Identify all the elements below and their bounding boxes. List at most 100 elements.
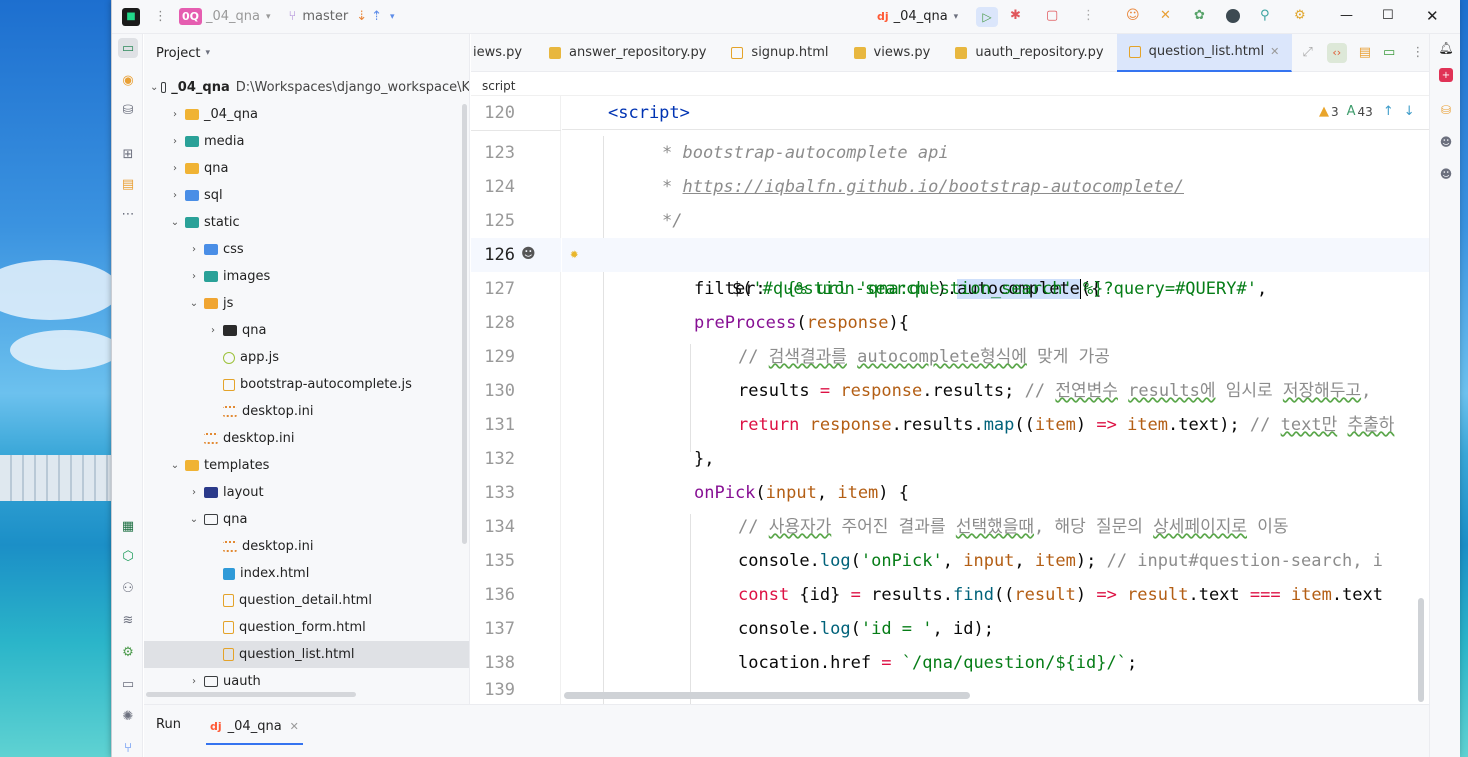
- debug-icon[interactable]: ✱: [1010, 8, 1021, 23]
- services-icon[interactable]: ⚙: [118, 642, 138, 662]
- green-tool-icon[interactable]: ⬡: [118, 546, 138, 566]
- tree-item-label: app.js: [240, 350, 279, 365]
- split-view-icon[interactable]: ▤: [1359, 45, 1371, 60]
- tab-label: question_list.html: [1148, 44, 1265, 59]
- terminal-icon[interactable]: ▭: [118, 674, 138, 694]
- stop-icon[interactable]: ▢: [1046, 8, 1058, 23]
- editor-tab[interactable]: signup.html: [719, 34, 841, 72]
- tree-root[interactable]: ⌄ _04_qna D:\Workspaces\django_workspace…: [144, 74, 469, 101]
- python-packages-icon[interactable]: ⚇: [118, 578, 138, 598]
- editor-tab[interactable]: uauth_repository.py: [943, 34, 1116, 72]
- tree-item[interactable]: › media: [144, 128, 469, 155]
- tree-item[interactable]: › sql: [144, 182, 469, 209]
- tree-item[interactable]: › images: [144, 263, 469, 290]
- tree-item-selected[interactable]: question_list.html: [144, 641, 469, 668]
- project-widget[interactable]: 0Q _04_qna ▾: [179, 8, 271, 25]
- project-panel-header[interactable]: Project ▾: [144, 34, 469, 72]
- maximize-icon[interactable]: ☐: [1382, 8, 1394, 23]
- vcs-widget[interactable]: ⑂ master ⇣ ⇡ ▾: [289, 9, 395, 24]
- line-number: 127: [484, 279, 515, 299]
- problems-icon[interactable]: ✺: [118, 706, 138, 726]
- database-icon[interactable]: ⛁: [1436, 100, 1456, 120]
- line-number: 135: [484, 551, 515, 571]
- tree-item[interactable]: ⌄ templates: [144, 452, 469, 479]
- excel-icon[interactable]: ▦: [118, 516, 138, 536]
- lightbulb-icon[interactable]: ✹: [570, 246, 578, 262]
- editor-tab[interactable]: views.py: [842, 34, 944, 72]
- tree-item[interactable]: ⌄ js: [144, 290, 469, 317]
- bookmarks-tool-icon[interactable]: ▤: [118, 174, 138, 194]
- breadcrumb[interactable]: script: [471, 72, 1429, 96]
- tab-menu-icon[interactable]: ⋮: [1411, 45, 1424, 60]
- red-plugin-icon[interactable]: +: [1439, 68, 1453, 82]
- preview-icon[interactable]: ▭: [1383, 45, 1395, 60]
- ai-assistant-icon[interactable]: ✿: [1194, 8, 1205, 23]
- editor-tab[interactable]: iews.py: [471, 34, 537, 72]
- tree-item[interactable]: › _04_qna: [144, 101, 469, 128]
- close-tab-icon[interactable]: ✕: [1270, 45, 1279, 58]
- tree-item[interactable]: › layout: [144, 479, 469, 506]
- tree-item[interactable]: › qna: [144, 155, 469, 182]
- search-icon[interactable]: ⚲: [1260, 8, 1270, 23]
- editor-hscrollbar[interactable]: [564, 692, 970, 699]
- structure-tool-icon[interactable]: ⊞: [118, 144, 138, 164]
- close-icon[interactable]: ✕: [1426, 7, 1439, 25]
- project-scrollbar[interactable]: [462, 104, 467, 544]
- tree-item[interactable]: bootstrap-autocomplete.js: [144, 371, 469, 398]
- code-line: // 검색결과를 autocomplete형식에 맞게 가공: [562, 340, 1429, 374]
- tree-item[interactable]: › uauth: [144, 668, 469, 695]
- more-actions-icon[interactable]: ⋮: [1082, 8, 1095, 23]
- editor-tab-active[interactable]: question_list.html ✕: [1116, 33, 1293, 72]
- project-hscrollbar[interactable]: [146, 692, 356, 697]
- inspection-widget[interactable]: ▲ 3 A 43 ↑ ↓: [1319, 104, 1415, 119]
- profile-icon[interactable]: [1226, 9, 1240, 23]
- database-tool-icon[interactable]: ⛁: [118, 100, 138, 120]
- minimize-icon[interactable]: —: [1340, 8, 1353, 23]
- copilot-chat-icon[interactable]: ☻: [1436, 164, 1456, 184]
- project-tool-icon[interactable]: ▭: [118, 38, 138, 58]
- tree-item[interactable]: question_form.html: [144, 614, 469, 641]
- notifications-icon[interactable]: 🔔︎: [1436, 38, 1456, 58]
- tree-item[interactable]: question_detail.html: [144, 587, 469, 614]
- left-tool-strip: ▭ ◉ ⛁ ⊞ ▤ ⋯ ▦ ⬡ ⚇ ≋ ⚙ ▭ ✺ ⑂: [112, 34, 143, 757]
- code-token: item: [837, 483, 879, 503]
- commit-tool-icon[interactable]: ◉: [118, 70, 138, 90]
- tree-item[interactable]: ⌄ qna: [144, 506, 469, 533]
- code-view-icon[interactable]: ‹›: [1326, 42, 1347, 63]
- code-link[interactable]: https://iqbalfn.github.io/bootstrap-auto…: [682, 177, 1184, 197]
- previous-highlight-icon[interactable]: ↑: [1383, 104, 1394, 119]
- editor-tab[interactable]: answer_repository.py: [537, 34, 719, 72]
- expand-icon[interactable]: ⤢: [1302, 45, 1312, 60]
- code-area[interactable]: <script> ▲ 3 A 43 ↑ ↓ * bootstrap-autoco…: [562, 96, 1429, 704]
- line-number: 120: [484, 103, 515, 123]
- copilot-gutter-icon[interactable]: ☻: [521, 246, 536, 262]
- tree-item[interactable]: desktop.ini: [144, 398, 469, 425]
- build-icon[interactable]: ✕: [1160, 8, 1171, 23]
- close-tab-icon[interactable]: ✕: [290, 720, 299, 733]
- tree-item[interactable]: desktop.ini: [144, 533, 469, 560]
- git-icon[interactable]: ⑂: [118, 738, 138, 757]
- ini-file-icon: [223, 406, 237, 417]
- layers-icon[interactable]: ≋: [118, 610, 138, 630]
- settings-icon[interactable]: ⚙: [1294, 8, 1306, 23]
- main-menu-icon[interactable]: ⋮: [154, 9, 167, 24]
- more-tools-icon[interactable]: ⋯: [118, 204, 138, 224]
- tree-item[interactable]: index.html: [144, 560, 469, 587]
- run-tab[interactable]: dj _04_qna ✕: [206, 709, 303, 745]
- next-highlight-icon[interactable]: ↓: [1404, 104, 1415, 119]
- editor-vscrollbar[interactable]: [1418, 598, 1424, 702]
- run-panel-title[interactable]: Run: [156, 717, 181, 732]
- pycharm-logo-icon: ■: [122, 7, 140, 26]
- run-config-widget[interactable]: dj _04_qna ▾: [877, 9, 958, 24]
- tree-item[interactable]: › css: [144, 236, 469, 263]
- code-with-me-icon[interactable]: ☺: [1126, 8, 1140, 23]
- run-icon[interactable]: ▷: [976, 7, 998, 27]
- copilot-icon[interactable]: ☻: [1436, 132, 1456, 152]
- tree-item[interactable]: app.js: [144, 344, 469, 371]
- tree-item[interactable]: › qna: [144, 317, 469, 344]
- tree-item[interactable]: desktop.ini: [144, 425, 469, 452]
- ini-file-icon: [223, 541, 237, 552]
- tree-item[interactable]: ⌄ static: [144, 209, 469, 236]
